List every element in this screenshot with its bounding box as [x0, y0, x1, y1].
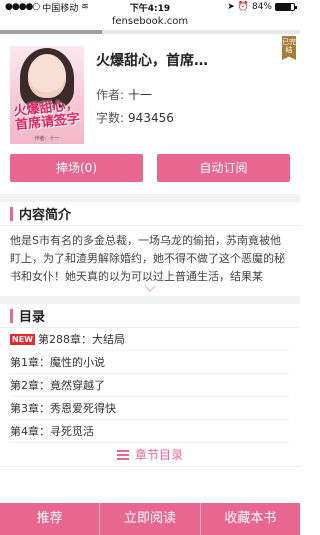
status-right: ➤ ⏰ 84% — [227, 2, 297, 12]
battery-icon — [275, 3, 297, 11]
words-label: 字数: — [96, 111, 125, 125]
section-bar — [10, 308, 13, 323]
author-label: 作者: — [96, 88, 125, 102]
battery-percent: 84% — [251, 2, 272, 12]
chapter-item[interactable]: 第4章：寻死觅活 — [10, 420, 290, 443]
cover-face — [28, 54, 66, 98]
location-icon: ➤ — [227, 2, 235, 12]
words-value: 943456 — [128, 111, 174, 125]
section-bar — [10, 206, 13, 221]
chapter-list-link[interactable]: 章节目录 — [0, 443, 300, 467]
chapter-item[interactable]: 第2章：竟然穿越了 — [10, 374, 290, 397]
completed-badge: 已完结 — [282, 36, 296, 60]
chapter-item[interactable]: 第1章：魔性的小说 — [10, 351, 290, 374]
read-now-button[interactable]: 立即阅读 — [99, 503, 199, 535]
latest-chapter-label: 第288章：大结局 — [37, 333, 125, 346]
expand-intro-chevron-icon[interactable] — [0, 280, 300, 296]
cover-title: 火爆甜心，首席请签字 — [13, 97, 81, 134]
book-header: 火爆甜心，首席请签字 作者：十一 火爆甜心，首席… 作者: 十一 字数: 94345… — [0, 34, 300, 174]
book-cover[interactable]: 火爆甜心，首席请签字 作者：十一 — [10, 46, 84, 144]
cover-author: 作者：十一 — [34, 136, 60, 142]
bottom-nav: 推荐 立即阅读 收藏本书 — [0, 503, 300, 535]
new-badge: NEW — [10, 333, 35, 345]
url-bar[interactable]: fensebook.com — [0, 14, 300, 30]
status-bar: ●●●●○ 中国移动 ≋ 下午4:19 ➤ ⏰ 84% — [0, 0, 300, 14]
bookmark-button[interactable]: 收藏本书 — [199, 503, 300, 535]
alarm-icon: ⏰ — [237, 2, 249, 12]
list-icon — [116, 449, 129, 460]
carrier-label: 中国移动 — [42, 3, 79, 14]
latest-chapter-item[interactable]: NEW 第288章：大结局 — [10, 328, 290, 351]
battery-fill — [276, 4, 292, 10]
book-info: 火爆甜心，首席… 作者: 十一 字数: 943456 — [96, 46, 290, 174]
signal-icon: ●●●●○ — [5, 2, 40, 12]
recommend-button[interactable]: 推荐 — [0, 503, 99, 535]
book-title: 火爆甜心，首席… — [96, 53, 208, 69]
toc-heading: 目录 — [0, 304, 300, 328]
wifi-icon: ≋ — [81, 2, 89, 12]
chapter-list: NEW 第288章：大结局 第1章：魔性的小说 第2章：竟然穿越了 第3章：秀恩… — [0, 328, 300, 443]
toc-heading-label: 目录 — [19, 310, 46, 325]
intro-heading-label: 内容简介 — [19, 208, 72, 223]
book-author-row: 作者: 十一 — [96, 86, 290, 103]
divider — [0, 194, 300, 202]
intro-heading: 内容简介 — [0, 202, 300, 226]
book-words-row: 字数: 943456 — [96, 109, 290, 126]
chapter-list-label: 章节目录 — [134, 448, 183, 462]
intro-text: 他是S市有名的多金总裁，一场乌龙的偷拍，苏南竟被他盯上，为了和渣男解除婚约，她不… — [10, 234, 285, 282]
divider — [0, 296, 300, 304]
status-left: ●●●●○ 中国移动 ≋ — [5, 1, 89, 14]
author-value: 十一 — [128, 88, 153, 102]
chapter-item[interactable]: 第3章：秀恩爱死得快 — [10, 397, 290, 420]
